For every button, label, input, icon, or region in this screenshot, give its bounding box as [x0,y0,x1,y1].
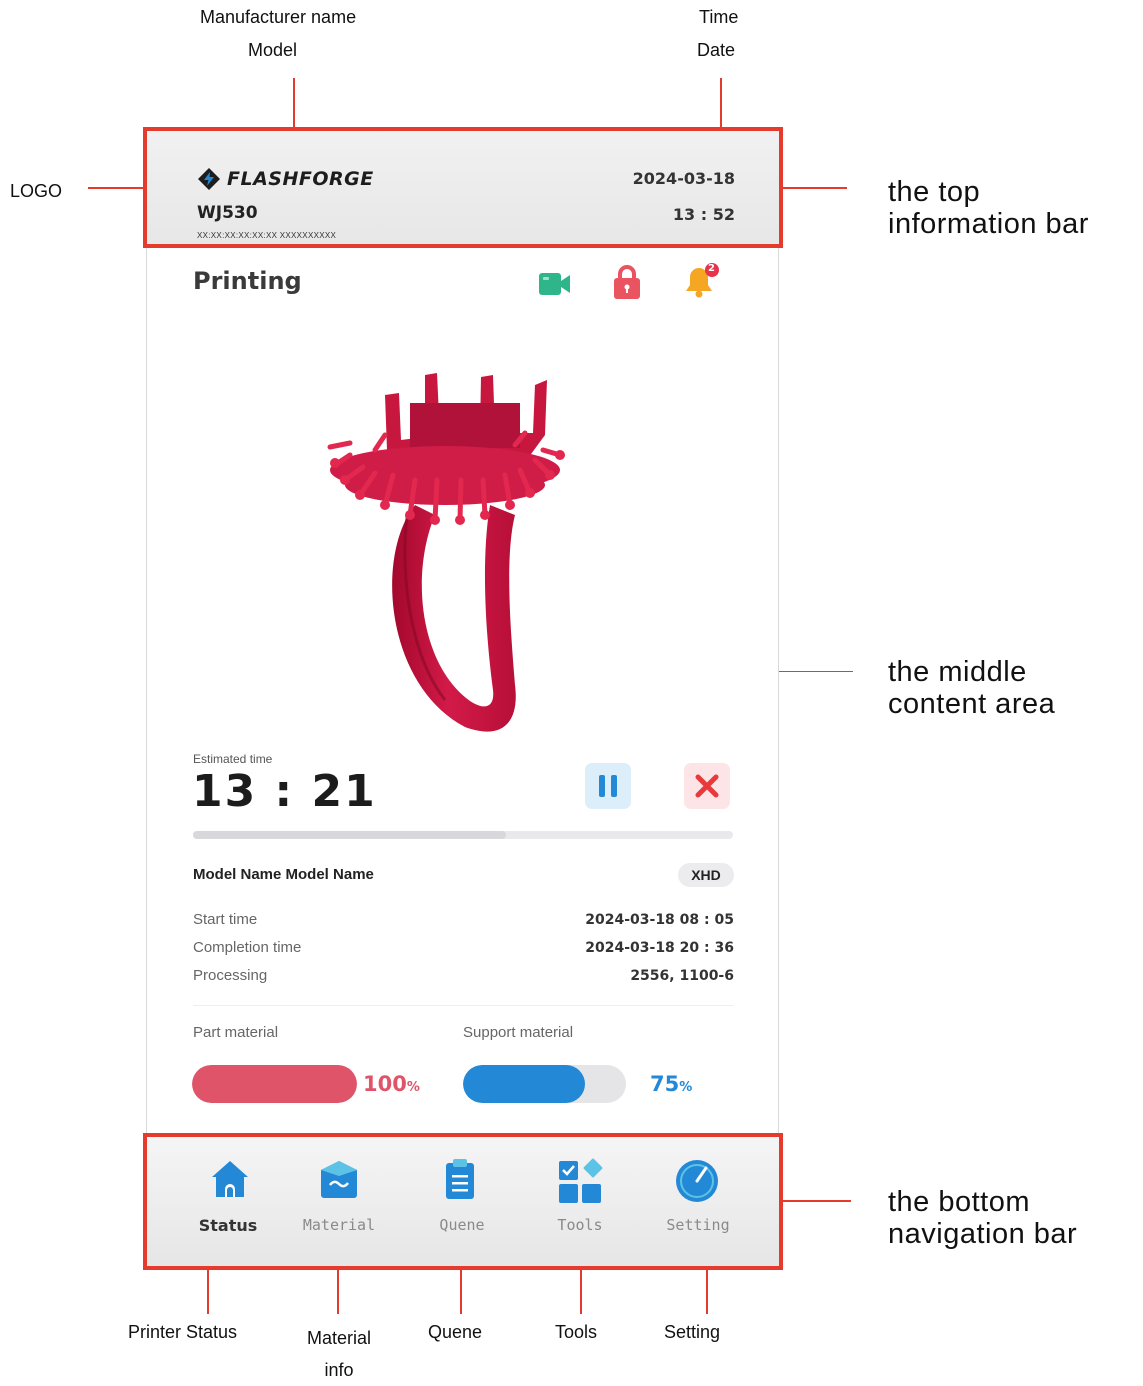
support-material-level [463,1065,626,1103]
part-material-percent: 100% [363,1072,420,1096]
nav-quene[interactable] [415,1157,505,1206]
nav-tools-label: Tools [557,1216,603,1234]
part-material-level [192,1065,357,1103]
gauge-icon [676,1160,718,1202]
brand-name: FLASHFORGE [227,168,374,190]
nav-material-label: Material [302,1216,376,1234]
annotation-middle-area: the middle content area [888,656,1055,720]
bell-icon[interactable]: 2 [683,261,723,306]
pause-button[interactable] [585,763,631,809]
annotation-tools: Tools [555,1322,598,1342]
annotation-bottom-bar-line2: navigation bar [888,1218,1078,1250]
annotation-logo: LOGO [10,181,63,201]
material-icon [321,1161,357,1198]
printer-model: WJ530 [197,203,258,223]
processing-value: 2556, 1100-6 [630,968,734,984]
page-title: Printing [193,267,302,295]
annotation-time: Time [699,7,739,27]
nav-status-label: Status [198,1216,258,1235]
start-time-value: 2024-03-18 08 : 05 [585,912,734,928]
estimated-time-value: 13 : 21 [192,766,377,817]
completion-time-value: 2024-03-18 20 : 36 [585,940,734,956]
annotation-top-bar-line2: information bar [888,208,1089,240]
lock-icon[interactable] [611,264,643,305]
annotation-material-info-line2: info [324,1360,354,1380]
pause-icon [599,775,617,797]
model-preview-image [327,373,565,732]
annotation-quene: Quene [428,1322,483,1342]
nav-setting[interactable] [652,1157,742,1210]
home-icon [212,1161,248,1197]
annotation-line-setting [706,1266,708,1314]
nav-status[interactable] [185,1157,275,1206]
start-time-label: Start time [193,911,258,928]
annotation-top-bar: the top information bar [888,176,1089,240]
divider [193,1005,733,1006]
quality-badge: XHD [678,863,734,887]
clipboard-icon [446,1159,474,1199]
support-material-percent: 75% [650,1072,692,1096]
annotation-printer-status: Printer Status [128,1322,238,1342]
annotation-line-bottom-bar [779,1200,851,1202]
top-information-bar: FLASHFORGE WJ530 XX:XX:XX:XX:XX:XX XXXXX… [143,127,783,248]
camera-icon[interactable] [538,271,572,302]
nav-tools[interactable] [535,1157,625,1212]
tools-icon [559,1158,603,1203]
annotation-model: Model [248,40,298,60]
annotation-bottom-bar-line1: the bottom [888,1186,1031,1218]
estimated-time-label: Estimated time [193,752,273,766]
annotation-middle-area-line1: the middle [888,656,1027,688]
annotation-line-top-bar [779,187,847,189]
part-material-percent-value: 100 [363,1072,407,1096]
nav-setting-label: Setting [666,1216,730,1234]
cancel-button[interactable] [684,763,730,809]
annotation-top-bar-line1: the top [888,176,981,208]
annotation-material-info: Material info [297,1322,381,1386]
annotation-line-tools [580,1266,582,1314]
annotation-manufacturer-name: Manufacturer name [200,7,357,27]
flashforge-logo-icon [198,168,220,190]
current-date: 2024-03-18 [632,169,735,188]
annotation-line-status [207,1266,209,1314]
annotation-line-quene [460,1266,462,1314]
current-time: 13 : 52 [672,205,735,224]
job-model-name: Model Name Model Name [193,866,374,883]
annotation-line-material [337,1266,339,1314]
brand-logo: FLASHFORGE [197,167,374,191]
nav-quene-label: Quene [439,1216,485,1234]
processing-label: Processing [193,967,268,984]
annotation-line-middle-area [768,671,853,672]
close-icon [695,774,719,798]
annotation-middle-area-line2: content area [888,688,1056,720]
annotation-setting: Setting [664,1322,721,1342]
annotation-date: Date [697,40,736,60]
support-material-percent-unit: % [679,1080,693,1095]
notification-count: 2 [708,263,715,274]
printer-serial: XX:XX:XX:XX:XX:XX XXXXXXXXXX [197,231,337,240]
part-material-label: Part material [193,1024,279,1041]
support-material-percent-value: 75 [650,1072,680,1096]
annotation-material-info-line1: Material [306,1328,372,1348]
support-material-fill [463,1065,586,1103]
annotation-bottom-bar: the bottom navigation bar [888,1186,1077,1250]
print-progress-bar [193,831,733,839]
support-material-label: Support material [463,1024,574,1041]
print-progress-fill [193,831,507,839]
part-material-percent-unit: % [406,1080,420,1095]
completion-time-label: Completion time [193,939,302,956]
part-material-fill [192,1065,357,1103]
nav-material[interactable] [294,1157,384,1206]
